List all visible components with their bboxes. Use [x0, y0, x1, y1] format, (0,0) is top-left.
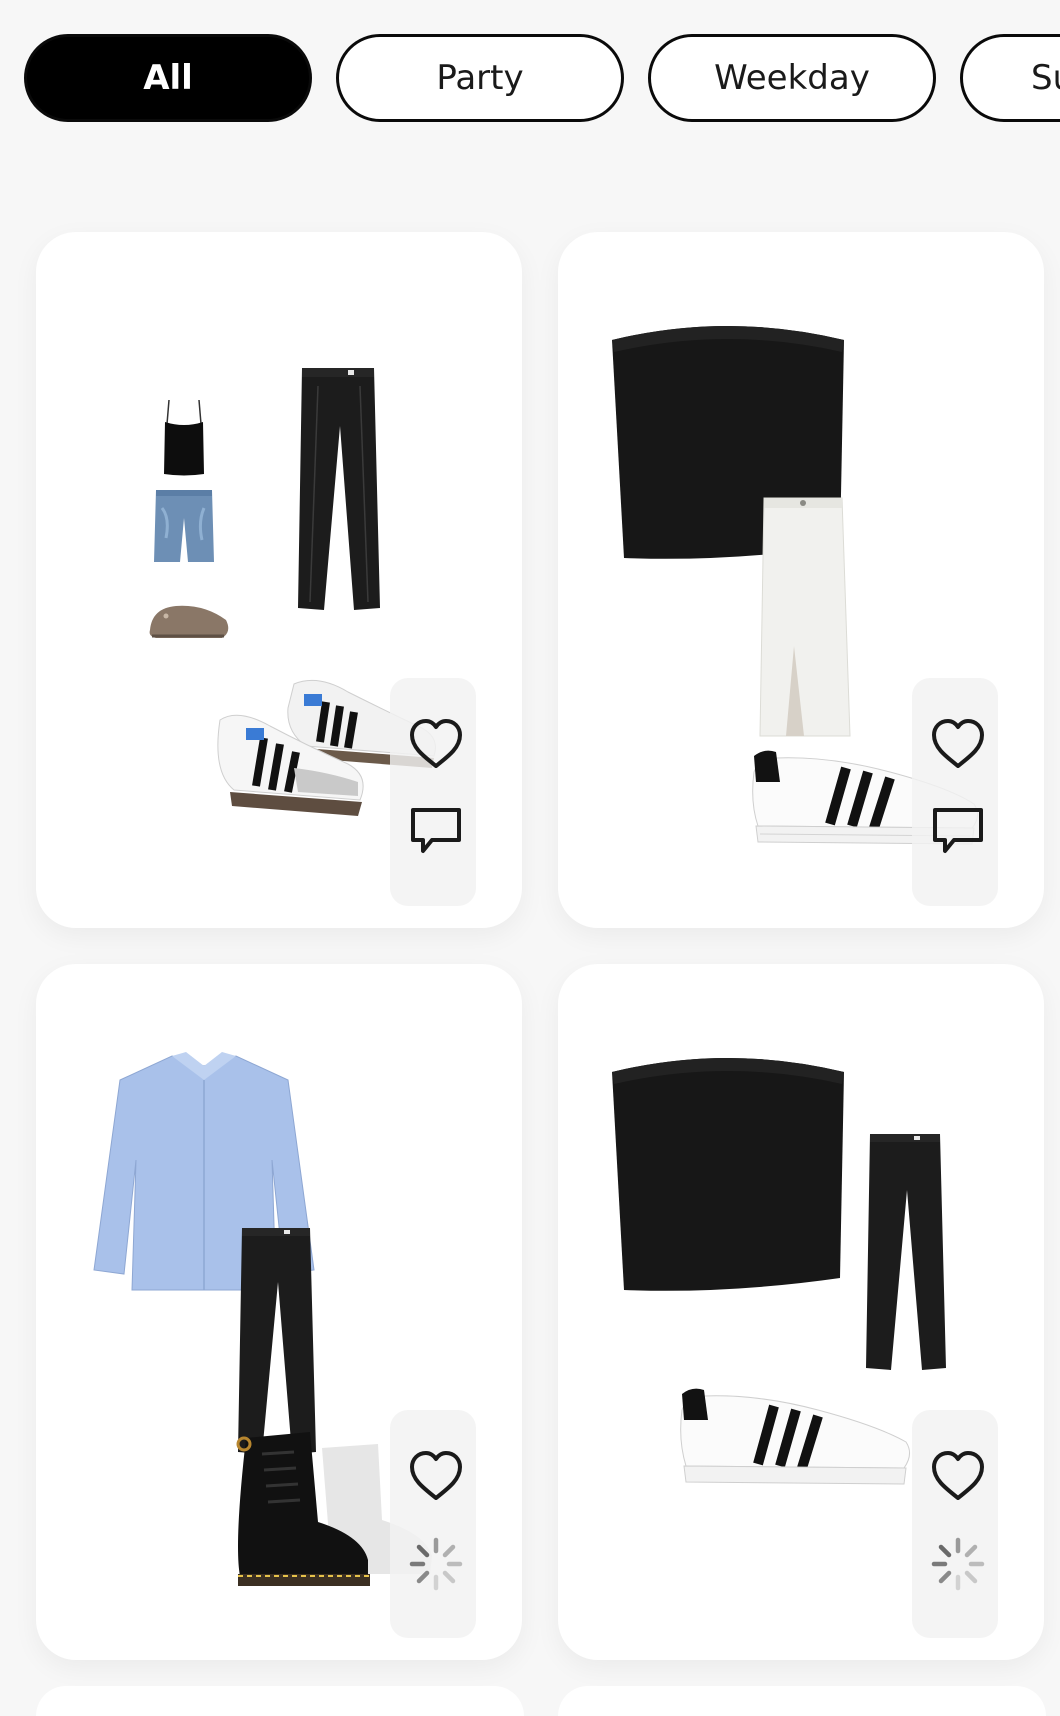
suede-clogs-image [149, 605, 229, 638]
filter-chip-weekday[interactable]: Weekday [648, 34, 936, 122]
outfit-card-peek [36, 1686, 524, 1716]
outfit-card[interactable] [558, 964, 1044, 1660]
black-tube-top-image [612, 1058, 844, 1291]
card-actions-panel [390, 1410, 476, 1638]
heart-icon[interactable] [928, 714, 988, 774]
outfit-card[interactable] [36, 964, 522, 1660]
superstar-sneaker-image [680, 1388, 910, 1485]
loading-spinner-icon [406, 1534, 466, 1594]
comment-icon[interactable] [406, 802, 466, 862]
card-actions-panel [390, 678, 476, 906]
loading-spinner-icon [928, 1534, 988, 1594]
card-actions-panel [912, 1410, 998, 1638]
outfit-card[interactable] [36, 232, 522, 928]
black-trousers-image [866, 1134, 946, 1370]
filter-chip-su[interactable]: Su [960, 34, 1060, 122]
card-actions-panel [912, 678, 998, 906]
black-trousers-image [298, 368, 380, 610]
heart-icon[interactable] [406, 714, 466, 774]
white-denim-skirt-image [759, 497, 851, 737]
heart-icon[interactable] [406, 1446, 466, 1506]
filter-chip-party[interactable]: Party [336, 34, 624, 122]
filter-chip-bar: All Party Weekday Su [0, 0, 1060, 160]
outfit-card-peek [558, 1686, 1046, 1716]
heart-icon[interactable] [928, 1446, 988, 1506]
denim-shorts-image [154, 490, 214, 562]
comment-icon[interactable] [928, 802, 988, 862]
black-cami-top-image [164, 399, 204, 476]
outfit-card[interactable] [558, 232, 1044, 928]
filter-chip-all[interactable]: All [24, 34, 312, 122]
black-trousers-image [238, 1228, 316, 1454]
